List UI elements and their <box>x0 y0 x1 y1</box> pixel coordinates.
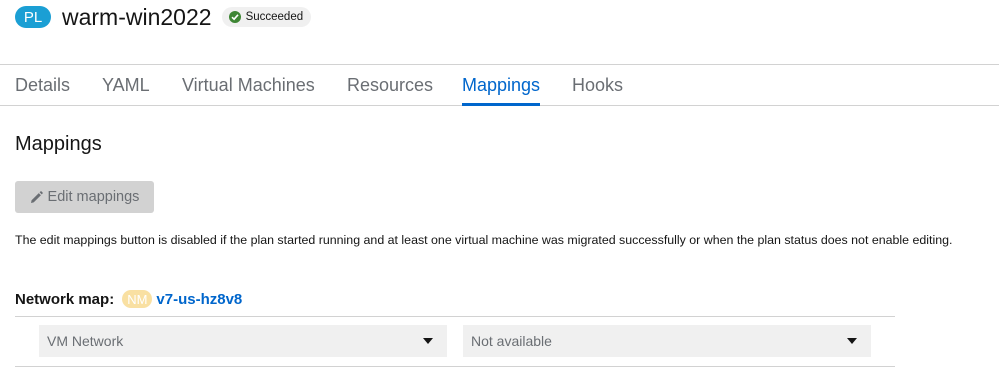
source-network-value: VM Network <box>47 333 124 349</box>
tab-mappings[interactable]: Mappings <box>462 65 541 106</box>
tab-hooks[interactable]: Hooks <box>572 65 623 105</box>
edit-mappings-button[interactable]: Edit mappings <box>15 181 154 213</box>
network-map-link[interactable]: v7-us-hz8v8 <box>156 291 242 308</box>
plan-type-badge: PL <box>15 6 51 28</box>
pencil-icon <box>30 190 43 204</box>
tab-yaml[interactable]: YAML <box>102 65 150 105</box>
target-network-value: Not available <box>471 333 552 349</box>
target-network-select[interactable]: Not available <box>463 325 871 357</box>
network-map-header: Network map: NM v7-us-hz8v8 <box>15 288 242 310</box>
plan-header: PL warm-win2022 Succeeded <box>15 2 312 32</box>
tab-bar: Details YAML Virtual Machines Resources … <box>0 64 999 106</box>
tab-resources[interactable]: Resources <box>347 65 433 105</box>
edit-mappings-label: Edit mappings <box>47 189 140 205</box>
tab-details[interactable]: Details <box>15 65 70 105</box>
network-map-badge: NM <box>122 290 153 308</box>
page: PL warm-win2022 Succeeded Details YAML V… <box>0 0 999 369</box>
helper-text: The edit mappings button is disabled if … <box>15 233 953 247</box>
section-title: Mappings <box>15 133 102 155</box>
network-map-label: Network map: <box>15 290 115 308</box>
page-title: warm-win2022 <box>62 3 212 30</box>
caret-down-icon <box>847 338 857 344</box>
network-map-table: VM Network Not available <box>15 316 895 367</box>
caret-down-icon <box>423 338 433 344</box>
tab-virtual-machines[interactable]: Virtual Machines <box>182 65 315 105</box>
source-network-select[interactable]: VM Network <box>39 325 447 357</box>
status-badge: Succeeded <box>221 7 312 27</box>
check-circle-icon <box>228 11 241 23</box>
status-label: Succeeded <box>245 11 304 23</box>
